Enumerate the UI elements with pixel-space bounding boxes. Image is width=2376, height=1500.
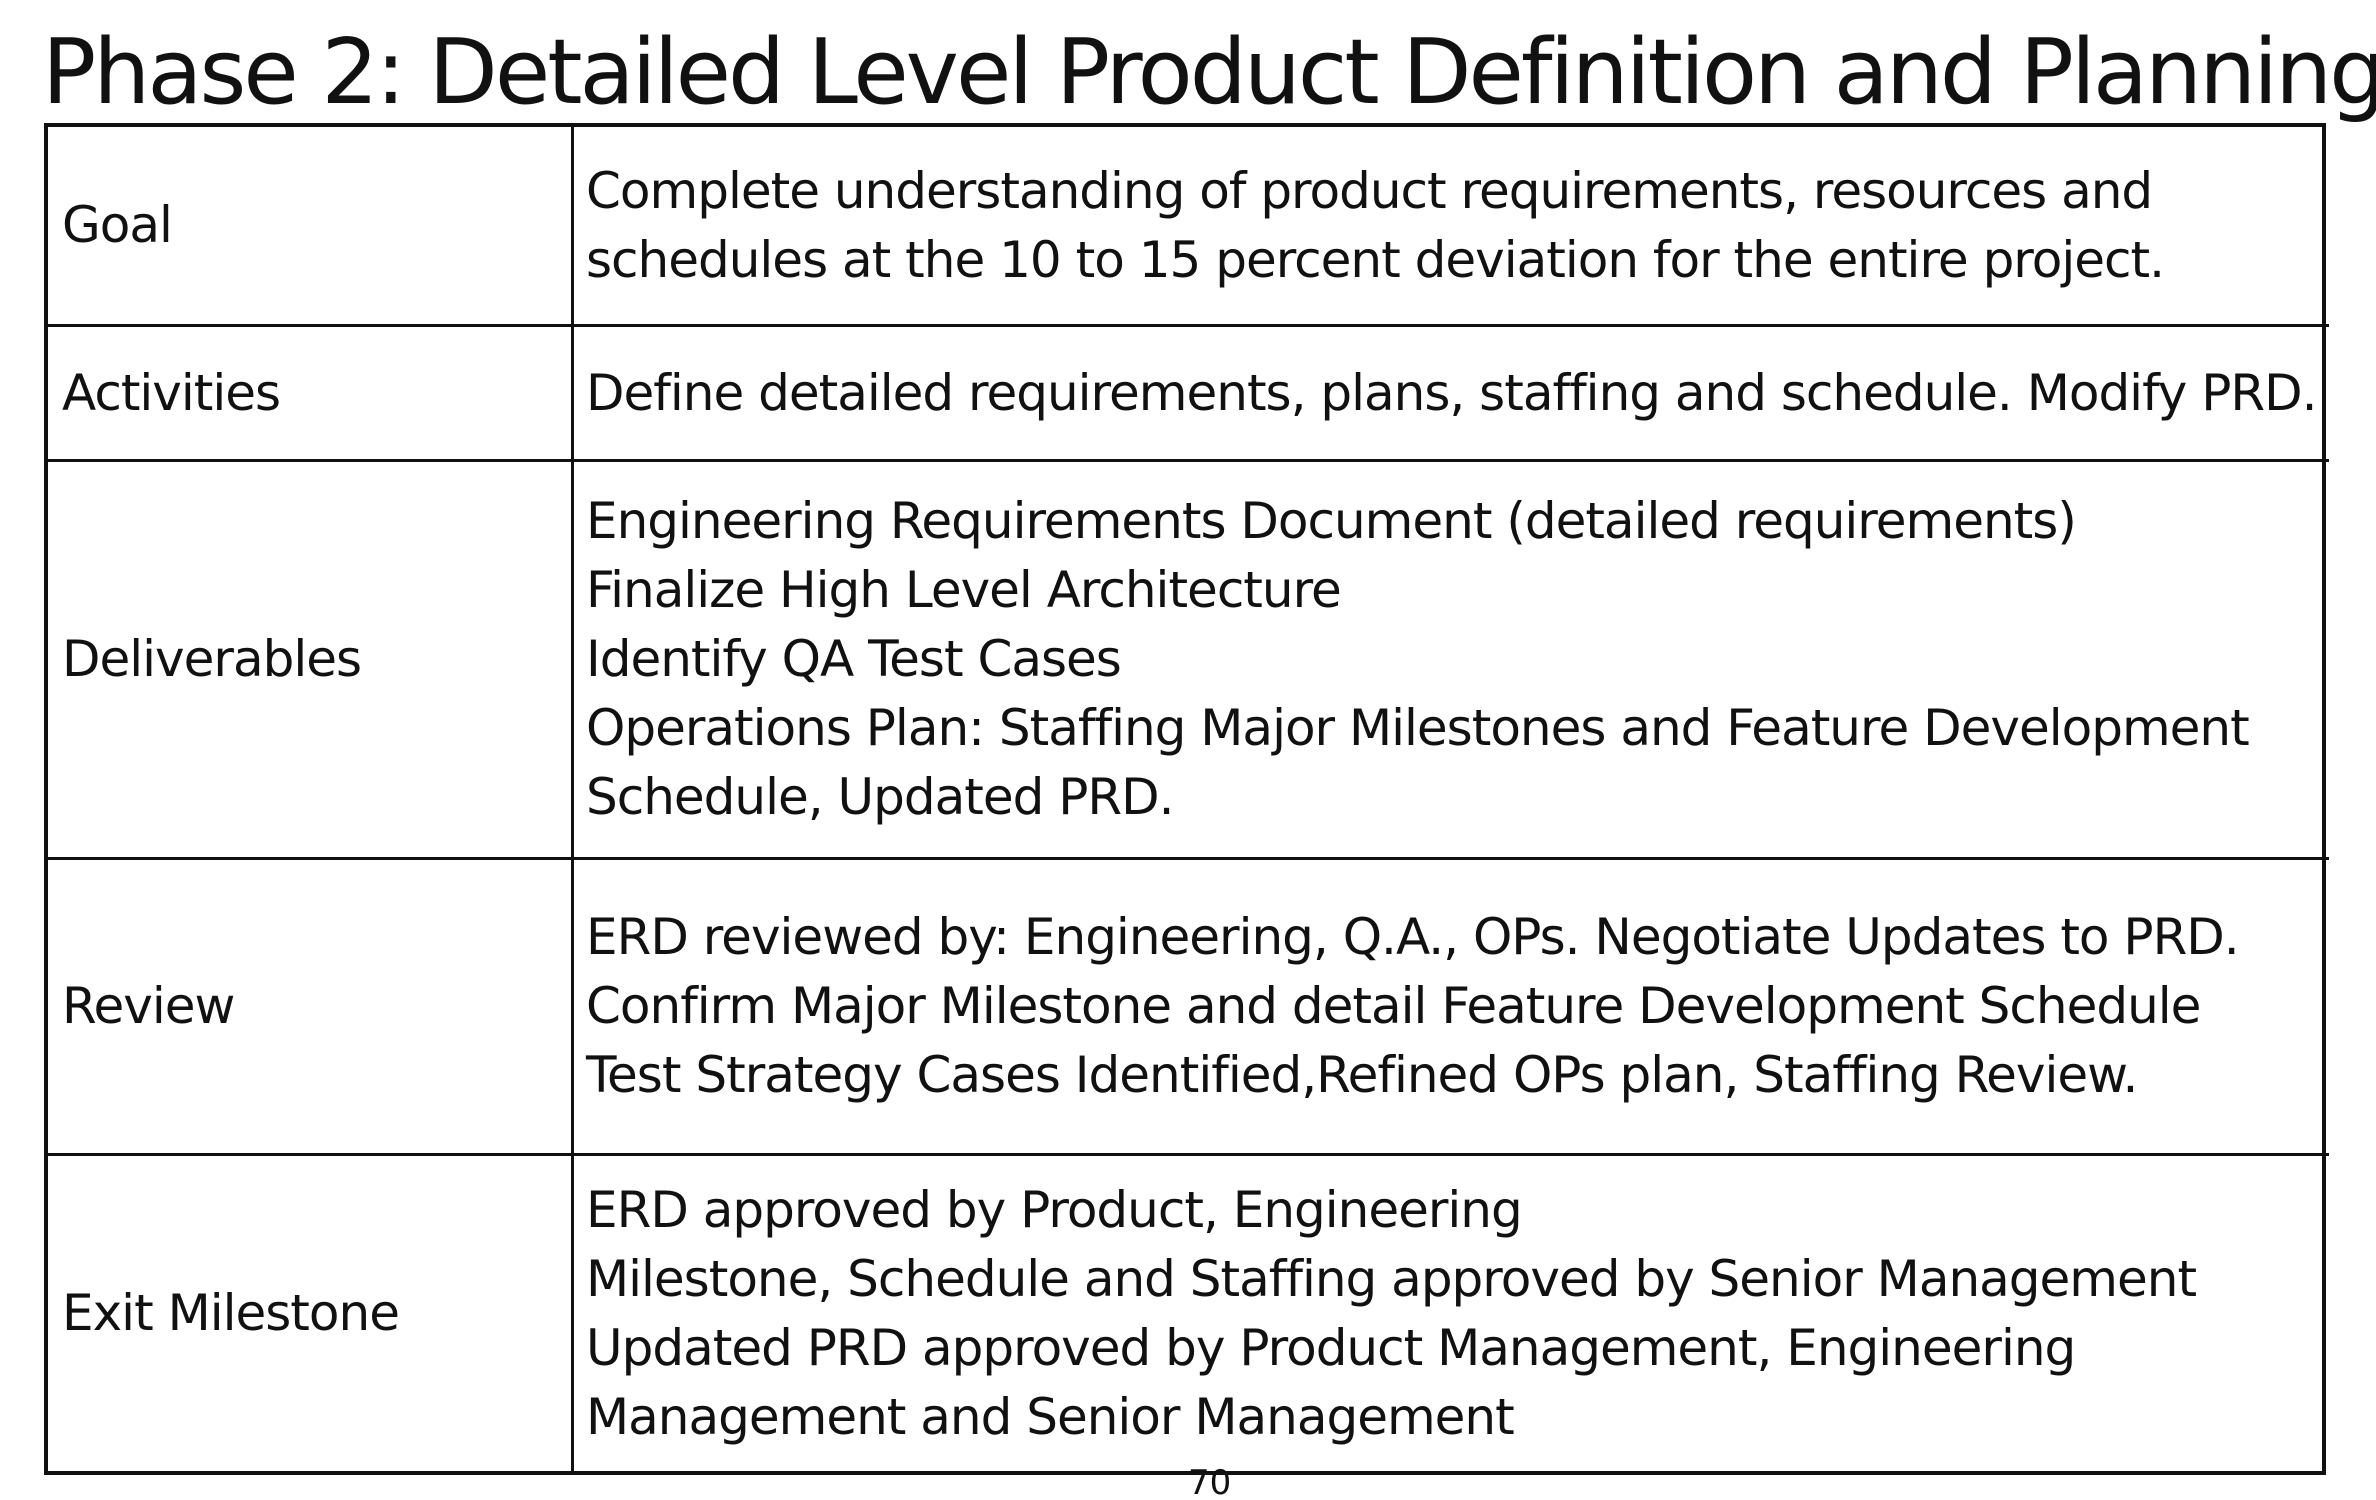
review-line: ERD reviewed by: Engineering, Q.A., OPs.… <box>586 908 2240 966</box>
deliverables-line: Engineering Requirements Document (detai… <box>586 492 2077 550</box>
deliverables-line: Schedule, Updated PRD. <box>586 768 1175 826</box>
row-content-activities: Define detailed requirements, plans, sta… <box>574 327 2329 462</box>
row-label-exit-milestone: Exit Milestone <box>48 1156 574 1471</box>
exit-milestone-line: Updated PRD approved by Product Manageme… <box>586 1318 2076 1377</box>
row-content-exit-milestone: ERD approved by Product, Engineering Mil… <box>574 1156 2329 1471</box>
review-line: Test Strategy Cases Identified,Refined O… <box>586 1046 2138 1104</box>
activities-line: Define detailed requirements, plans, sta… <box>586 363 2318 422</box>
deliverables-line: Operations Plan: Staffing Major Mileston… <box>586 699 2250 757</box>
row-label-activities: Activities <box>48 327 574 462</box>
deliverables-line: Finalize High Level Architecture <box>586 561 1342 619</box>
goal-lines: Complete understanding of product requir… <box>586 157 2165 295</box>
exit-milestone-lines: ERD approved by Product, Engineering Mil… <box>586 1176 2197 1452</box>
exit-milestone-line: ERD approved by Product, Engineering <box>586 1180 1523 1239</box>
phase-table: Goal Complete understanding of product r… <box>44 123 2329 1475</box>
review-lines: ERD reviewed by: Engineering, Q.A., OPs.… <box>586 903 2240 1110</box>
page-title: Phase 2: Detailed Level Product Definiti… <box>42 20 2376 125</box>
deliverables-line: Identify QA Test Cases <box>586 630 1122 688</box>
row-content-deliverables: Engineering Requirements Document (detai… <box>574 462 2329 860</box>
deliverables-lines: Engineering Requirements Document (detai… <box>586 487 2250 832</box>
row-content-review: ERD reviewed by: Engineering, Q.A., OPs.… <box>574 860 2329 1156</box>
row-label-goal: Goal <box>48 127 574 327</box>
goal-line: Complete understanding of product requir… <box>586 161 2153 220</box>
goal-line: schedules at the 10 to 15 percent deviat… <box>586 230 2165 289</box>
row-content-goal: Complete understanding of product requir… <box>574 127 2329 327</box>
row-label-deliverables: Deliverables <box>48 462 574 860</box>
slide: Phase 2: Detailed Level Product Definiti… <box>0 0 2376 1500</box>
review-line: Confirm Major Milestone and detail Featu… <box>586 977 2201 1035</box>
exit-milestone-line: Management and Senior Management <box>586 1387 1515 1446</box>
row-label-review: Review <box>48 860 574 1156</box>
activities-lines: Define detailed requirements, plans, sta… <box>586 359 2318 428</box>
page-number: 70 <box>1188 1463 1232 1500</box>
exit-milestone-line: Milestone, Schedule and Staffing approve… <box>586 1249 2197 1308</box>
